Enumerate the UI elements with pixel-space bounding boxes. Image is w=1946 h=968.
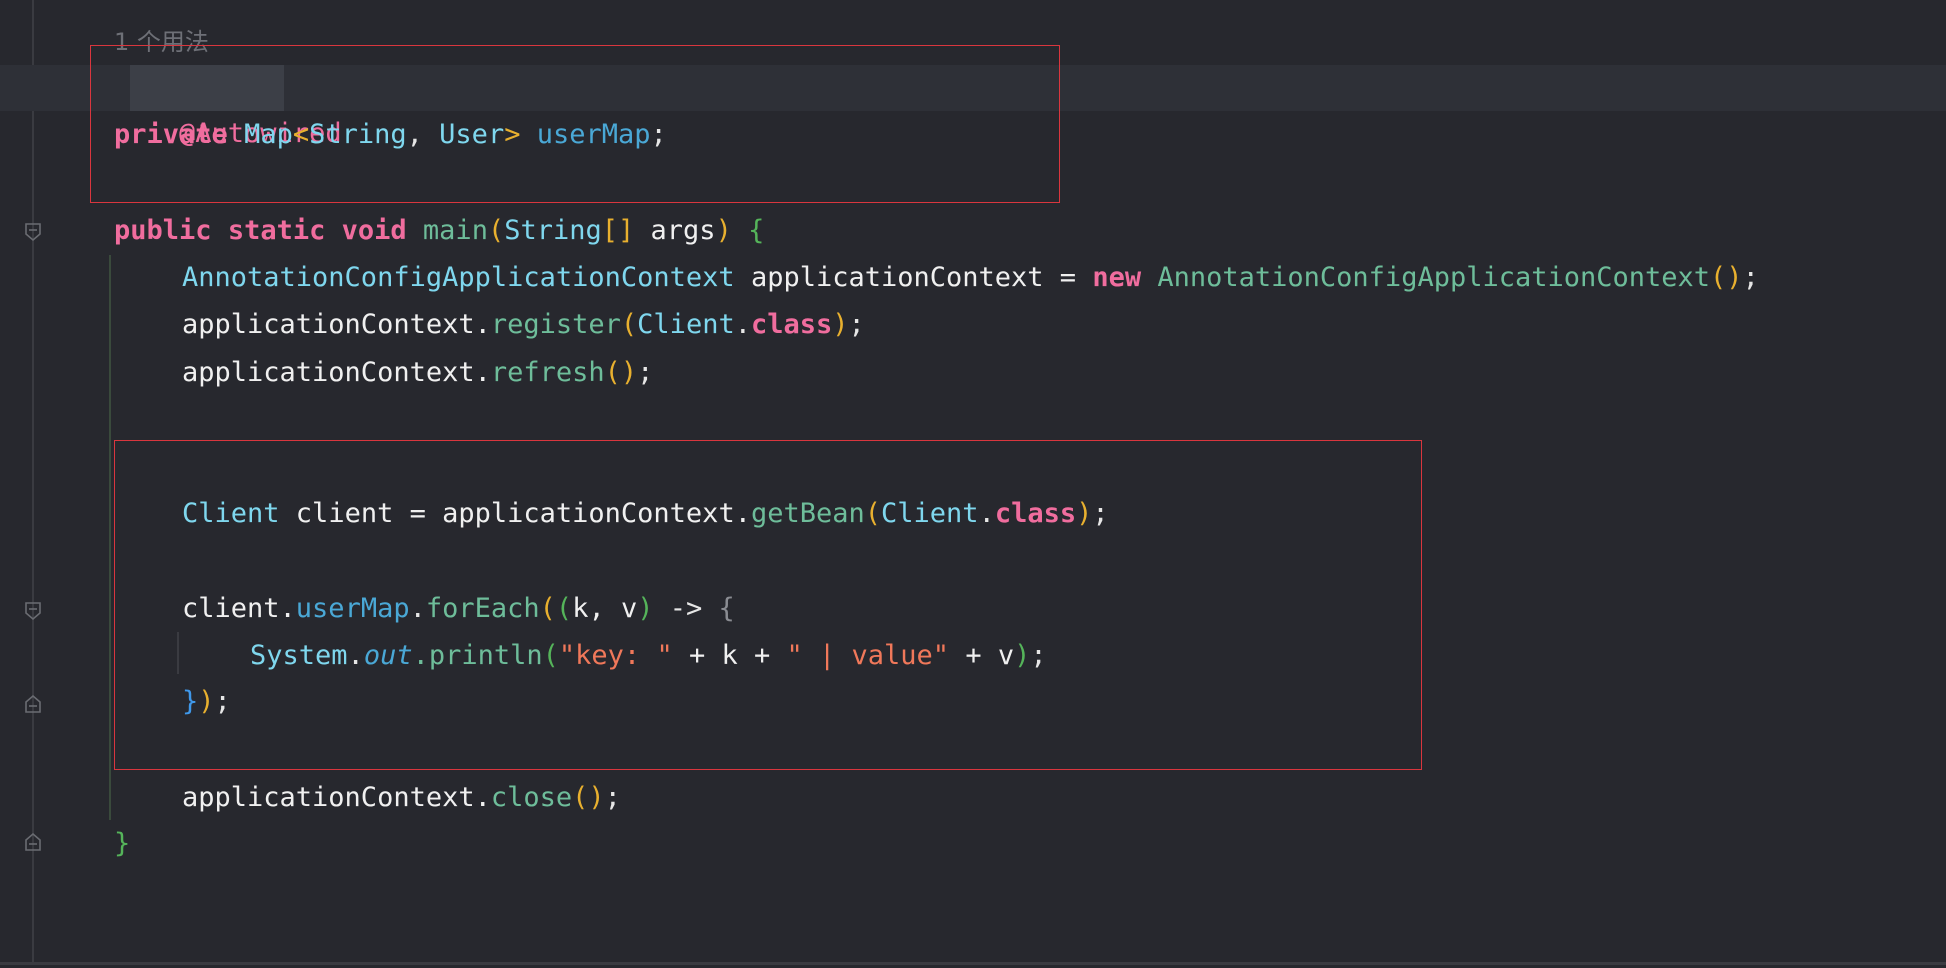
fold-collapse-icon[interactable] bbox=[24, 601, 42, 621]
semicolon: ; bbox=[637, 357, 654, 388]
code-line-4[interactable]: AnnotationConfigApplicationContext appli… bbox=[182, 255, 1759, 301]
gutter-divider bbox=[32, 0, 34, 962]
paren-open: ( bbox=[487, 215, 505, 246]
var-declaration: applicationContext = bbox=[734, 262, 1093, 293]
object-ref: applicationContext. bbox=[182, 357, 491, 388]
method-main: main bbox=[422, 215, 488, 246]
keyword-static: static bbox=[227, 215, 326, 246]
highlight-box-field bbox=[90, 45, 1060, 203]
keyword-public: public bbox=[114, 215, 212, 246]
param-args: args bbox=[634, 215, 716, 246]
method-refresh: refresh bbox=[490, 357, 605, 388]
code-line-3[interactable]: public static void main(String[] args) { bbox=[114, 208, 764, 254]
semicolon: ; bbox=[1742, 262, 1759, 293]
parens: () bbox=[604, 357, 638, 388]
parens: () bbox=[1710, 262, 1743, 293]
code-line-6[interactable]: applicationContext.refresh(); bbox=[182, 350, 653, 396]
code-editor[interactable]: 1 个用法 @Autowired private Map<String, Use… bbox=[0, 0, 1946, 968]
object-ref: applicationContext. bbox=[182, 782, 491, 813]
paren-open: ( bbox=[620, 309, 638, 340]
fold-end-icon[interactable] bbox=[24, 694, 42, 714]
parens: () bbox=[572, 782, 605, 813]
dot: . bbox=[734, 309, 751, 340]
code-line-12[interactable]: } bbox=[114, 821, 130, 867]
object-ref: applicationContext. bbox=[182, 309, 491, 340]
fold-end-icon[interactable] bbox=[24, 832, 42, 852]
array-brackets: [] bbox=[601, 215, 635, 246]
method-register: register bbox=[490, 309, 621, 340]
keyword-void: void bbox=[341, 215, 407, 246]
type-string: String bbox=[504, 215, 602, 246]
semicolon: ; bbox=[604, 782, 621, 813]
keyword-new: new bbox=[1092, 262, 1142, 293]
brace-close: } bbox=[114, 828, 131, 859]
editor-bottom-border bbox=[0, 962, 1946, 965]
type-context: AnnotationConfigApplicationContext bbox=[182, 262, 735, 293]
semicolon: ; bbox=[848, 309, 865, 340]
paren-close: ) bbox=[832, 309, 849, 340]
keyword-class: class bbox=[750, 309, 833, 340]
highlight-box-loop bbox=[114, 440, 1422, 770]
code-line-5[interactable]: applicationContext.register(Client.class… bbox=[182, 302, 865, 348]
constructor-call: AnnotationConfigApplicationContext bbox=[1157, 262, 1711, 293]
indent-guide bbox=[109, 255, 111, 820]
fold-collapse-icon[interactable] bbox=[24, 222, 42, 242]
method-close: close bbox=[490, 782, 573, 813]
code-line-11[interactable]: applicationContext.close(); bbox=[182, 775, 621, 821]
type-client: Client bbox=[637, 309, 735, 340]
paren-close: ) bbox=[715, 215, 732, 246]
brace-open: { bbox=[748, 215, 765, 246]
